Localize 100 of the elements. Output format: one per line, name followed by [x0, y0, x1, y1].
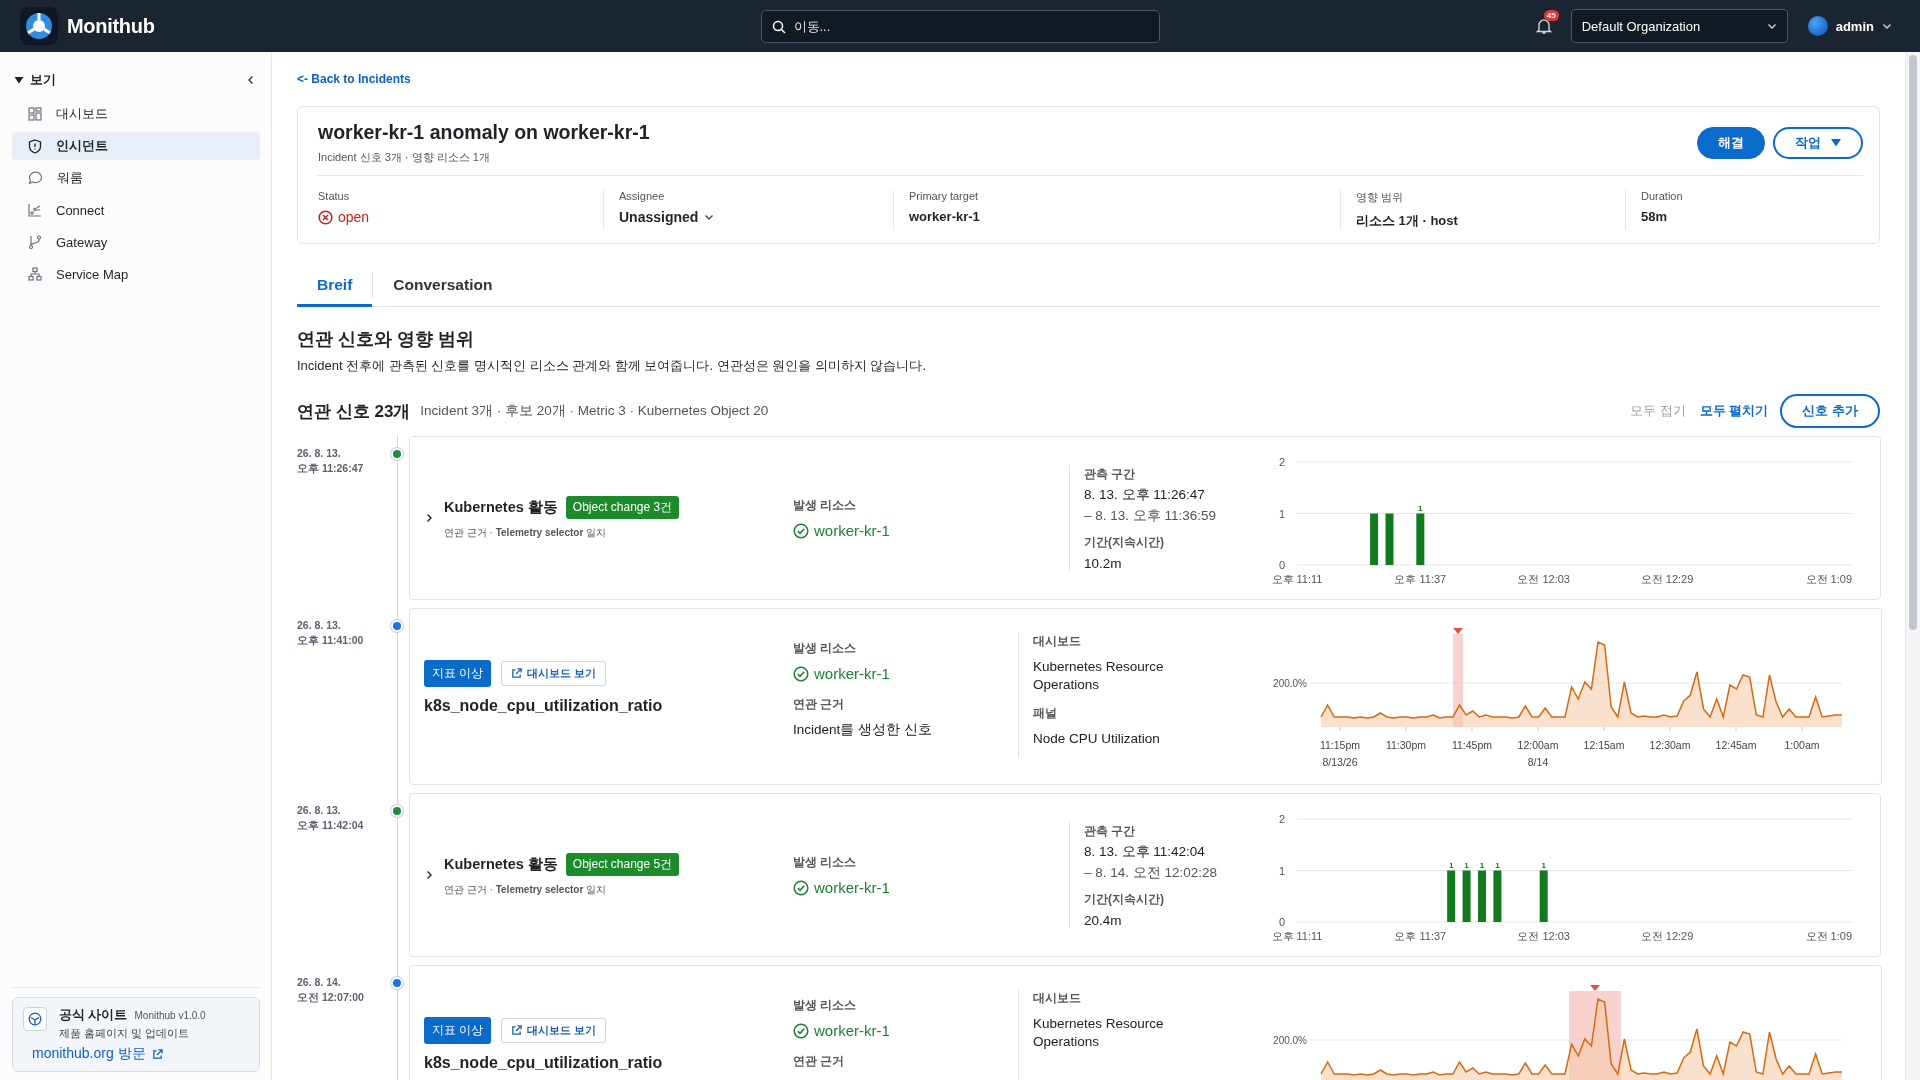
field-value: worker-kr-1	[909, 209, 981, 224]
axis-label: 8/14	[1527, 756, 1549, 768]
field-label: 패널	[1033, 705, 1058, 723]
axis-label: 오전 12:29	[1640, 930, 1694, 941]
dashboard-name: Kubernetes Resource Operations	[1033, 1015, 1165, 1052]
value-label: 1	[1418, 503, 1423, 513]
evidence-text: Incident를 생성한 신호	[793, 721, 933, 739]
axis-label: 오후 11:11	[1271, 930, 1323, 941]
axis-label: 2	[1278, 456, 1286, 468]
axis-label: 2	[1278, 813, 1286, 825]
timeline-time: 오후 11:26:47	[297, 460, 365, 476]
shield-icon	[28, 138, 42, 154]
version-label: Monithub v1.0.0	[134, 1010, 206, 1021]
range-start: 8. 13. 오후 11:42:04	[1084, 842, 1206, 861]
incident-title: worker-kr-1 anomaly on worker-kr-1	[318, 121, 650, 144]
axis-label: 오전 12:03	[1517, 573, 1570, 584]
tab[interactable]: Conversation	[373, 266, 513, 307]
axis-label: 오전 12:03	[1517, 930, 1570, 941]
tab[interactable]: Breif	[297, 266, 373, 307]
search-field[interactable]: 이동...	[760, 9, 1160, 43]
timeline-date: 26. 8. 13.	[297, 618, 342, 633]
sidebar-item[interactable]: 인시던트	[12, 132, 260, 160]
range-end: – 8. 14. 오전 12:02:28	[1084, 863, 1219, 882]
panel-name: Node CPU Utilization	[1033, 731, 1161, 747]
axis-label: 오후 11:37	[1394, 573, 1447, 584]
field-label: Duration	[1641, 190, 1684, 202]
field-label: 연관 근거	[793, 1053, 846, 1070]
section-title: 보기	[30, 71, 57, 89]
grid-icon	[28, 107, 42, 121]
axis-label: 12:15am	[1583, 739, 1625, 751]
axis-label: 12:45am	[1715, 739, 1757, 751]
axis-label: 1:00am	[1784, 739, 1820, 751]
assignee-dropdown[interactable]: Unassigned	[619, 209, 893, 225]
avatar	[1807, 16, 1828, 36]
axis-label: 오후 11:11	[1271, 573, 1323, 584]
notification-badge: 45	[1543, 10, 1559, 21]
field-label: 기간(지속시간)	[1084, 533, 1165, 551]
value-label: 1	[1448, 860, 1454, 870]
axis-label: 200.0%	[1273, 678, 1307, 689]
speech-bubble-icon	[28, 171, 43, 185]
resource-link[interactable]: worker-kr-1	[814, 665, 890, 682]
field-label: 연관 근거	[793, 696, 846, 713]
logo-icon	[20, 7, 58, 45]
axis-label: 12:30am	[1649, 739, 1691, 751]
search-icon	[771, 19, 786, 34]
sidebar-item[interactable]: Connect	[12, 196, 260, 224]
resource-link[interactable]: worker-kr-1	[814, 1022, 890, 1039]
axis-label: 오전 12:29	[1640, 573, 1694, 584]
axis-label: 12:00am	[1517, 739, 1559, 751]
value-label: 1	[1479, 860, 1485, 870]
range-end: – 8. 13. 오후 11:36:59	[1084, 506, 1218, 525]
axis-label: 200.0%	[1273, 1035, 1307, 1046]
field-label: 발생 리소스	[793, 640, 858, 657]
section-heading: 연관 신호와 영향 범위	[297, 328, 475, 351]
resource-link[interactable]: worker-kr-1	[814, 879, 890, 896]
bell-icon[interactable]	[1535, 17, 1552, 35]
chevron-right-icon[interactable]	[424, 513, 434, 523]
chevron-down-icon	[704, 212, 715, 222]
check-circle-icon	[793, 879, 809, 896]
dashboard-link[interactable]: 대시보드 보기	[501, 1018, 607, 1043]
add-signal-button[interactable]: 신호 추가	[1780, 394, 1880, 428]
axis-label: 0	[1278, 916, 1286, 928]
field-label: 관측 구간	[1084, 822, 1137, 840]
dashboard-link[interactable]: 대시보드 보기	[501, 661, 607, 686]
field-label: Status	[318, 190, 351, 202]
site-description: 제품 홈페이지 및 업데이트	[59, 1026, 191, 1041]
resource-link[interactable]: worker-kr-1	[814, 522, 890, 539]
organization-dropdown[interactable]: Default Organization	[1570, 9, 1788, 43]
text-button[interactable]: 모두 펼치기	[1697, 402, 1771, 420]
field-label: 발생 리소스	[793, 997, 858, 1014]
axis-label: 11:45pm	[1451, 739, 1493, 751]
sidebar-item[interactable]: Gateway	[12, 228, 260, 256]
actions-dropdown[interactable]: 작업	[1773, 127, 1863, 159]
site-title: 공식 사이트	[59, 1007, 128, 1024]
sidebar-item[interactable]: 대시보드	[12, 100, 260, 128]
value-label: 1	[1541, 860, 1546, 870]
resolve-button[interactable]: 해결	[1697, 127, 1765, 159]
axis-label: 1	[1278, 864, 1286, 877]
triangle-down-icon[interactable]	[14, 75, 24, 85]
timeline-date: 26. 8. 13.	[297, 446, 342, 461]
external-link-icon	[511, 1025, 523, 1036]
incident-subtitle: Incident 신호 3개 · 영향 리소스 1개	[318, 150, 491, 165]
external-link-icon	[151, 1048, 163, 1060]
signal-title: Kubernetes 활동	[444, 855, 558, 874]
check-circle-icon	[793, 522, 809, 539]
user-menu[interactable]: admin	[1801, 16, 1900, 36]
timeline-time: 오후 11:41:00	[297, 632, 365, 648]
sidebar-item[interactable]: 워룸	[12, 164, 260, 192]
duration-value: 10.2m	[1084, 555, 1123, 571]
brand-name: Monithub	[67, 14, 155, 38]
chevron-right-icon[interactable]	[424, 870, 434, 880]
sidebar-item[interactable]: Service Map	[12, 260, 260, 288]
timeline-time: 오전 12:07:00	[297, 989, 365, 1005]
chevron-left-icon	[246, 75, 256, 85]
type-badge: Object change 3건	[565, 496, 680, 519]
chart-icon	[28, 203, 42, 217]
site-link[interactable]: monithub.org 방문	[23, 1045, 163, 1063]
axis-label: 오전 1:09	[1805, 930, 1852, 941]
scrollbar[interactable]	[1909, 55, 1917, 630]
back-link[interactable]: <- Back to Incidents	[297, 72, 411, 86]
